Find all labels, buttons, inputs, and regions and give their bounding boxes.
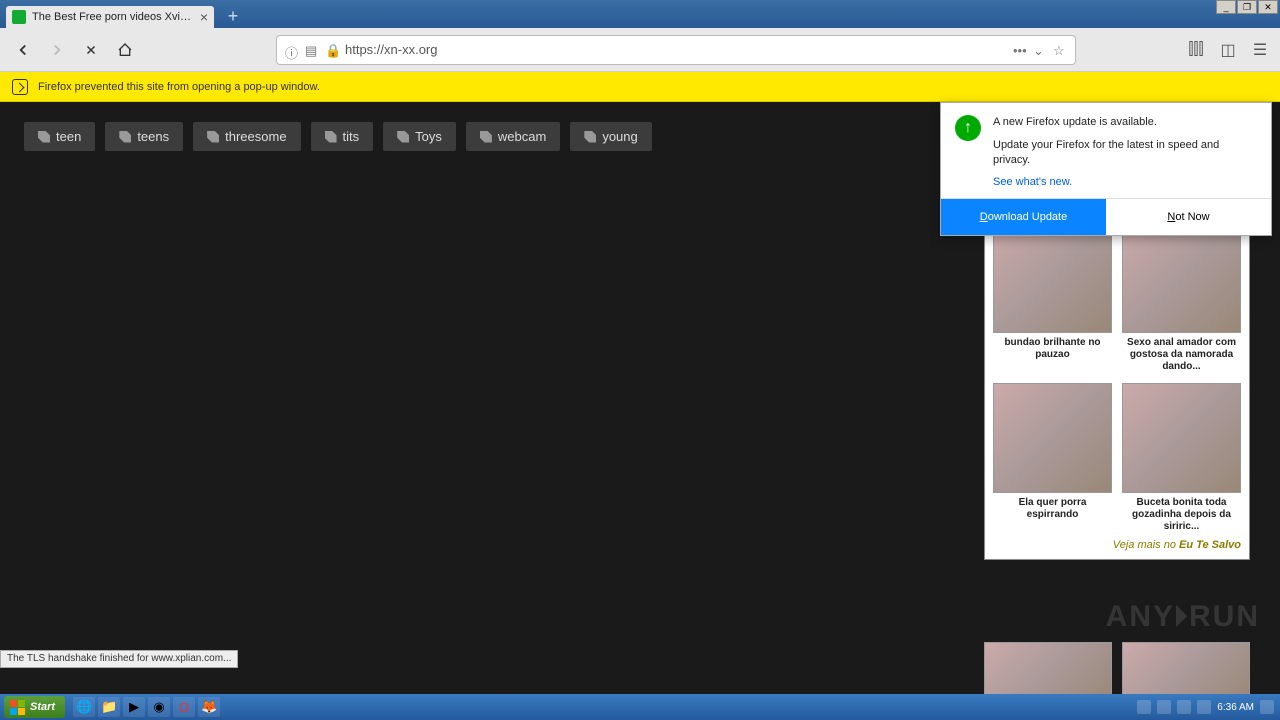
not-now-button[interactable]: Not Now <box>1106 199 1271 235</box>
sidebar-icon[interactable]: ◫ <box>1218 40 1238 60</box>
page-content: teen teens threesome tits Toys webcam young ↑ … <box>0 102 1280 694</box>
tag-webcam[interactable]: webcam <box>466 122 560 151</box>
browser-tab[interactable]: The Best Free porn videos Xvideos × <box>6 6 214 28</box>
info-icon[interactable]: ⓘ <box>285 43 299 57</box>
lock-warning-icon: 🔒 <box>325 43 339 57</box>
tag-toys[interactable]: Toys <box>383 122 456 151</box>
tag-icon <box>480 131 492 143</box>
tag-young[interactable]: young <box>570 122 651 151</box>
chrome-icon[interactable]: ◉ <box>148 697 170 717</box>
ad-thumb <box>993 223 1112 333</box>
windows-logo-icon <box>10 700 25 715</box>
sidebar-ad: bundao brilhante no pauzao Sexo anal amad… <box>984 214 1250 560</box>
system-tray: 6:36 AM <box>1137 700 1280 714</box>
url-input[interactable] <box>345 42 1007 57</box>
window-controls: _ ❐ ✕ <box>1215 0 1278 14</box>
tag-icon <box>38 131 50 143</box>
tray-flag-icon[interactable] <box>1197 700 1211 714</box>
back-button[interactable] <box>10 37 36 63</box>
tag-tits[interactable]: tits <box>311 122 374 151</box>
tag-teens[interactable]: teens <box>105 122 183 151</box>
home-button[interactable] <box>112 37 138 63</box>
status-bar: The TLS handshake finished for www.xplia… <box>0 650 238 668</box>
tray-expand-icon[interactable] <box>1137 700 1151 714</box>
ad-cell[interactable]: Ela quer porra espirrando <box>993 383 1112 533</box>
tray-desktop-icon[interactable] <box>1260 700 1274 714</box>
ad-thumb[interactable] <box>984 642 1112 702</box>
popup-blocked-text: Firefox prevented this site from opening… <box>38 81 320 93</box>
reader-icon[interactable]: ▤ <box>305 43 319 57</box>
opera-icon[interactable]: O <box>173 697 195 717</box>
explorer-icon[interactable]: 📁 <box>98 697 120 717</box>
update-body: Update your Firefox for the latest in sp… <box>993 138 1257 168</box>
popup-blocked-bar: Firefox prevented this site from opening… <box>0 72 1280 102</box>
tab-title: The Best Free porn videos Xvideos <box>32 11 194 23</box>
ad-caption: Buceta bonita toda gozadinha depois da s… <box>1122 497 1241 533</box>
tray-volume-icon[interactable] <box>1177 700 1191 714</box>
more-icon[interactable]: ••• <box>1013 43 1027 57</box>
ad-cell[interactable]: Sexo anal amador com gostosa da namorada… <box>1122 223 1241 373</box>
tag-threesome[interactable]: threesome <box>193 122 300 151</box>
update-link[interactable]: See what's new. <box>993 176 1072 188</box>
start-button[interactable]: Start <box>4 696 65 718</box>
url-bar[interactable]: ⓘ ▤ 🔒 ••• ⌄ ☆ <box>276 35 1076 65</box>
window-titlebar: The Best Free porn videos Xvideos × + _ … <box>0 0 1280 28</box>
close-window-button[interactable]: ✕ <box>1258 0 1278 14</box>
tag-icon <box>119 131 131 143</box>
tag-icon <box>584 131 596 143</box>
ad-caption: bundao brilhante no pauzao <box>993 337 1112 361</box>
media-icon[interactable]: ▶ <box>123 697 145 717</box>
browser-toolbar: ⓘ ▤ 🔒 ••• ⌄ ☆ ⫿⫿⫿ ◫ ☰ <box>0 28 1280 72</box>
ad-thumb <box>993 383 1112 493</box>
ad-thumb <box>1122 383 1241 493</box>
taskbar: Start 🌐 📁 ▶ ◉ O 🦊 6:36 AM <box>0 694 1280 720</box>
ad-caption: Ela quer porra espirrando <box>993 497 1112 521</box>
update-popup: ↑ A new Firefox update is available. Upd… <box>940 102 1272 236</box>
stop-button[interactable] <box>78 37 104 63</box>
tag-icon <box>397 131 409 143</box>
watermark: ANY🞂RUN <box>1106 600 1260 634</box>
close-tab-icon[interactable]: × <box>200 9 208 25</box>
ad-thumb[interactable] <box>1122 642 1250 702</box>
update-heading: A new Firefox update is available. <box>993 115 1257 130</box>
ad-footer[interactable]: Veja mais no Eu Te Salvo <box>993 539 1241 551</box>
ad-cell[interactable]: Buceta bonita toda gozadinha depois da s… <box>1122 383 1241 533</box>
popup-blocked-icon <box>12 79 28 95</box>
pocket-icon[interactable]: ⌄ <box>1033 43 1047 57</box>
tag-icon <box>325 131 337 143</box>
update-arrow-icon: ↑ <box>955 115 981 141</box>
tab-favicon <box>12 10 26 24</box>
quick-launch: 🌐 📁 ▶ ◉ O 🦊 <box>73 697 220 717</box>
firefox-icon[interactable]: 🦊 <box>198 697 220 717</box>
tag-icon <box>207 131 219 143</box>
tray-shield-icon[interactable] <box>1157 700 1171 714</box>
bookmark-icon[interactable]: ☆ <box>1053 43 1067 57</box>
new-tab-button[interactable]: + <box>222 8 244 26</box>
sidebar-ad-2 <box>984 642 1250 702</box>
clock[interactable]: 6:36 AM <box>1217 702 1254 713</box>
download-update-button[interactable]: Download Update <box>941 199 1106 235</box>
ad-thumb <box>1122 223 1241 333</box>
ie-icon[interactable]: 🌐 <box>73 697 95 717</box>
library-icon[interactable]: ⫿⫿⫿ <box>1186 40 1206 60</box>
ad-cell[interactable]: bundao brilhante no pauzao <box>993 223 1112 373</box>
menu-icon[interactable]: ☰ <box>1250 40 1270 60</box>
forward-button[interactable] <box>44 37 70 63</box>
ad-caption: Sexo anal amador com gostosa da namorada… <box>1122 337 1241 373</box>
minimize-button[interactable]: _ <box>1216 0 1236 14</box>
tag-teen[interactable]: teen <box>24 122 95 151</box>
maximize-button[interactable]: ❐ <box>1237 0 1257 14</box>
